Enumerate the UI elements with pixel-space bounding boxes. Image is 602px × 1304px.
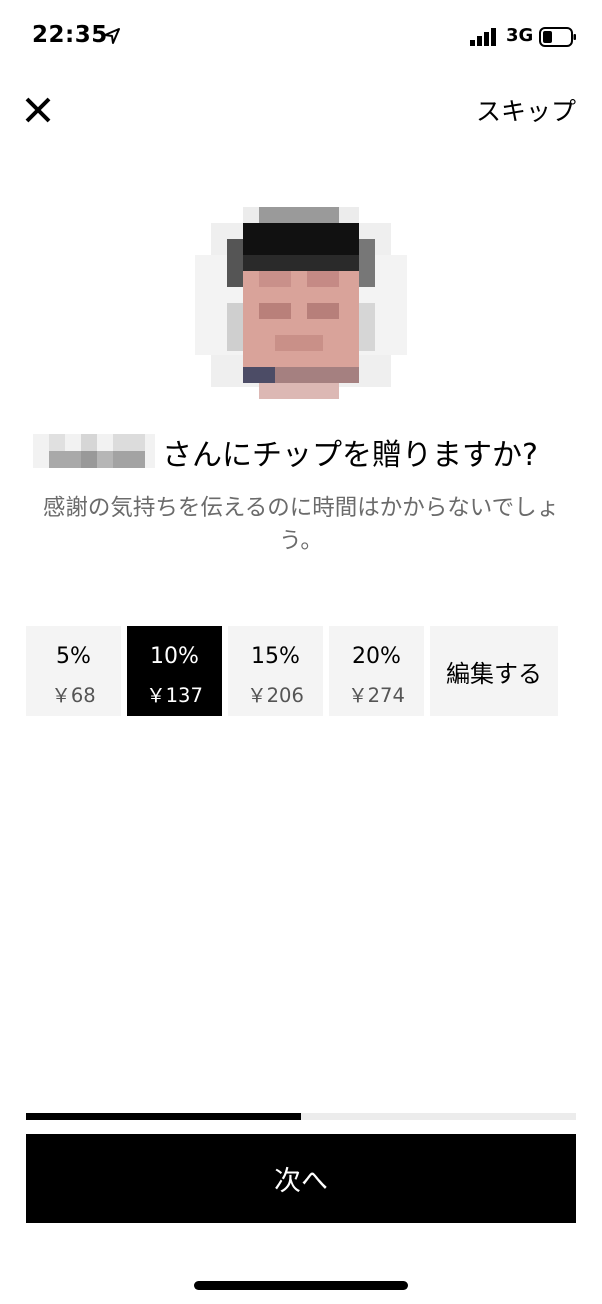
close-icon [25,97,51,123]
skip-button[interactable]: スキップ [476,92,576,128]
tip-question: さんにチップを贈りますか? [162,438,538,473]
status-time: 22:35 [32,22,108,48]
next-label: 次へ [274,1166,328,1197]
progress-fill [26,1113,301,1120]
progress-bar [26,1113,576,1120]
edit-tip-button[interactable]: 編集する [430,626,558,716]
next-button[interactable]: 次へ [26,1134,576,1223]
tip-percent: 15% [251,644,300,669]
tip-options: 5% ￥68 10% ￥137 15% ￥206 20% ￥274 編集する [26,626,558,716]
tip-percent: 20% [352,644,401,669]
driver-name-blurred [33,434,155,468]
tip-option-5[interactable]: 5% ￥68 [26,626,121,716]
signal-bars-icon [470,28,496,46]
location-arrow-icon [104,28,120,44]
tip-option-20[interactable]: 20% ￥274 [329,626,424,716]
home-indicator[interactable] [194,1281,408,1290]
tip-percent: 5% [56,644,91,669]
tip-option-10[interactable]: 10% ￥137 [127,626,222,716]
tip-amount: ￥137 [146,684,203,707]
battery-icon [539,27,576,47]
tip-amount: ￥68 [51,684,96,707]
tip-subtitle: 感謝の気持ちを伝えるのに時間はかからないでしょう。 [42,495,560,554]
edit-tip-label: 編集する [446,660,542,688]
tip-amount: ￥206 [247,684,304,707]
tip-amount: ￥274 [348,684,405,707]
tip-prompt-title: さんにチップを贈りますか? [0,428,602,480]
network-type: 3G [506,25,534,46]
status-bar: 22:35 3G [0,0,602,76]
close-button[interactable] [22,92,56,126]
avatar [195,207,407,399]
tip-percent: 10% [150,644,199,669]
tip-option-15[interactable]: 15% ￥206 [228,626,323,716]
